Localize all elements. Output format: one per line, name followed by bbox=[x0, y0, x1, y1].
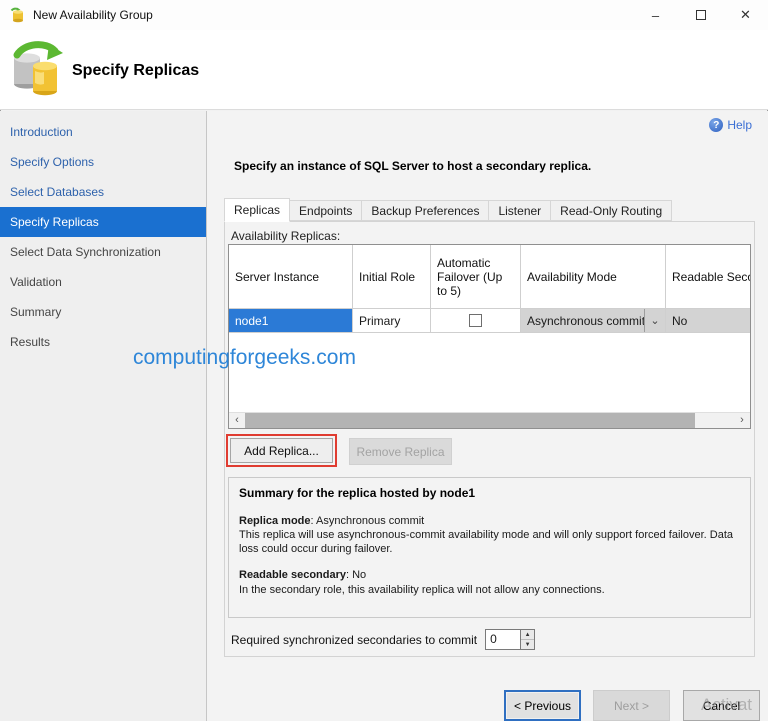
database-app-icon bbox=[9, 7, 25, 23]
availability-replicas-grid: Server Instance Initial Role Automatic F… bbox=[228, 244, 751, 429]
page-title: Specify Replicas bbox=[72, 62, 199, 80]
horizontal-scrollbar[interactable]: ‹ › bbox=[229, 412, 750, 428]
sidebar-item-select-databases[interactable]: Select Databases bbox=[0, 177, 206, 207]
tab-replicas[interactable]: Replicas bbox=[224, 198, 290, 222]
cell-automatic-failover[interactable] bbox=[431, 309, 521, 332]
summary-title: Summary for the replica hosted by node1 bbox=[239, 486, 740, 502]
required-commit-label: Required synchronized secondaries to com… bbox=[231, 633, 477, 647]
replica-mode-description: This replica will use asynchronous-commi… bbox=[239, 528, 740, 557]
readable-secondary-label: Readable secondary bbox=[239, 569, 346, 581]
cell-availability-mode[interactable]: Asynchronous commit ⌄ bbox=[521, 309, 666, 332]
column-header-automatic-failover: Automatic Failover (Up to 5) bbox=[431, 245, 521, 308]
close-button[interactable]: ✕ bbox=[723, 0, 768, 30]
cell-readable-secondary[interactable]: No bbox=[666, 309, 750, 332]
close-icon: ✕ bbox=[740, 7, 751, 23]
wizard-content: ? Help Specify an instance of SQL Server… bbox=[207, 111, 768, 721]
tab-backup-preferences[interactable]: Backup Preferences bbox=[362, 200, 489, 221]
add-replica-button[interactable]: Add Replica... bbox=[230, 438, 333, 463]
minimize-icon: – bbox=[652, 8, 659, 23]
readable-secondary-description: In the secondary role, this availability… bbox=[239, 583, 740, 597]
cell-server-instance[interactable]: node1 bbox=[229, 309, 353, 332]
table-row[interactable]: node1 Primary Asynchronous commit ⌄ No bbox=[229, 309, 750, 333]
grid-header-row: Server Instance Initial Role Automatic F… bbox=[229, 245, 750, 309]
spinner-down-icon[interactable]: ▼ bbox=[521, 640, 534, 649]
maximize-button[interactable] bbox=[678, 0, 723, 30]
column-header-readable-secondary: Readable Secondary bbox=[666, 245, 750, 308]
replica-mode-label: Replica mode bbox=[239, 515, 311, 527]
minimize-button[interactable]: – bbox=[633, 0, 678, 30]
remove-replica-button: Remove Replica bbox=[349, 438, 452, 465]
grid-empty-area bbox=[229, 333, 750, 412]
help-icon: ? bbox=[709, 118, 723, 132]
title-bar: New Availability Group – ✕ bbox=[0, 0, 768, 30]
scroll-right-icon[interactable]: › bbox=[734, 413, 750, 428]
availability-replicas-label: Availability Replicas: bbox=[231, 229, 340, 243]
sidebar-item-validation[interactable]: Validation bbox=[0, 267, 206, 297]
readable-secondary-value: : No bbox=[346, 569, 366, 581]
sidebar-item-select-data-synchronization[interactable]: Select Data Synchronization bbox=[0, 237, 206, 267]
activate-windows-watermark: Activat bbox=[701, 695, 752, 715]
replicas-header-icon bbox=[6, 38, 66, 100]
window-title: New Availability Group bbox=[33, 8, 153, 22]
cell-initial-role: Primary bbox=[353, 309, 431, 332]
required-commit-value[interactable]: 0 bbox=[486, 630, 520, 649]
tab-listener[interactable]: Listener bbox=[489, 200, 551, 221]
replicas-tab-panel: Availability Replicas: Server Instance I… bbox=[224, 221, 755, 657]
previous-button[interactable]: < Previous bbox=[504, 690, 581, 721]
site-watermark: computingforgeeks.com bbox=[133, 346, 356, 370]
chevron-down-icon[interactable]: ⌄ bbox=[644, 309, 665, 332]
sidebar-item-summary[interactable]: Summary bbox=[0, 297, 206, 327]
sidebar-item-introduction[interactable]: Introduction bbox=[0, 117, 206, 147]
automatic-failover-checkbox[interactable] bbox=[469, 314, 482, 327]
replica-mode-value: : Asynchronous commit bbox=[311, 515, 425, 527]
tab-read-only-routing[interactable]: Read-Only Routing bbox=[551, 200, 672, 221]
help-label: Help bbox=[727, 118, 752, 132]
tab-endpoints[interactable]: Endpoints bbox=[290, 200, 362, 221]
help-link[interactable]: ? Help bbox=[709, 118, 752, 132]
scroll-left-icon[interactable]: ‹ bbox=[229, 413, 245, 428]
replica-summary-box: Summary for the replica hosted by node1 … bbox=[228, 477, 751, 618]
column-header-availability-mode: Availability Mode bbox=[521, 245, 666, 308]
new-availability-group-dialog: New Availability Group – ✕ Specify Repli… bbox=[0, 0, 768, 721]
scrollbar-track[interactable] bbox=[695, 413, 734, 428]
sidebar-item-specify-replicas[interactable]: Specify Replicas bbox=[0, 207, 206, 237]
sidebar-item-specify-options[interactable]: Specify Options bbox=[0, 147, 206, 177]
required-commit-spinner[interactable]: 0 ▲ ▼ bbox=[485, 629, 535, 650]
wizard-steps-sidebar: Introduction Specify Options Select Data… bbox=[0, 111, 207, 721]
column-header-server-instance: Server Instance bbox=[229, 245, 353, 308]
availability-mode-value: Asynchronous commit bbox=[521, 314, 644, 328]
next-button: Next > bbox=[593, 690, 670, 721]
maximize-icon bbox=[696, 10, 706, 20]
wizard-header: Specify Replicas bbox=[0, 30, 768, 110]
tab-strip: Replicas Endpoints Backup Preferences Li… bbox=[224, 198, 672, 221]
column-header-initial-role: Initial Role bbox=[353, 245, 431, 308]
required-commit-row: Required synchronized secondaries to com… bbox=[231, 629, 535, 650]
red-annotation-box: Add Replica... bbox=[226, 434, 337, 467]
spinner-up-icon[interactable]: ▲ bbox=[521, 630, 534, 640]
scrollbar-thumb[interactable] bbox=[245, 413, 695, 428]
instruction-text: Specify an instance of SQL Server to hos… bbox=[234, 159, 591, 173]
